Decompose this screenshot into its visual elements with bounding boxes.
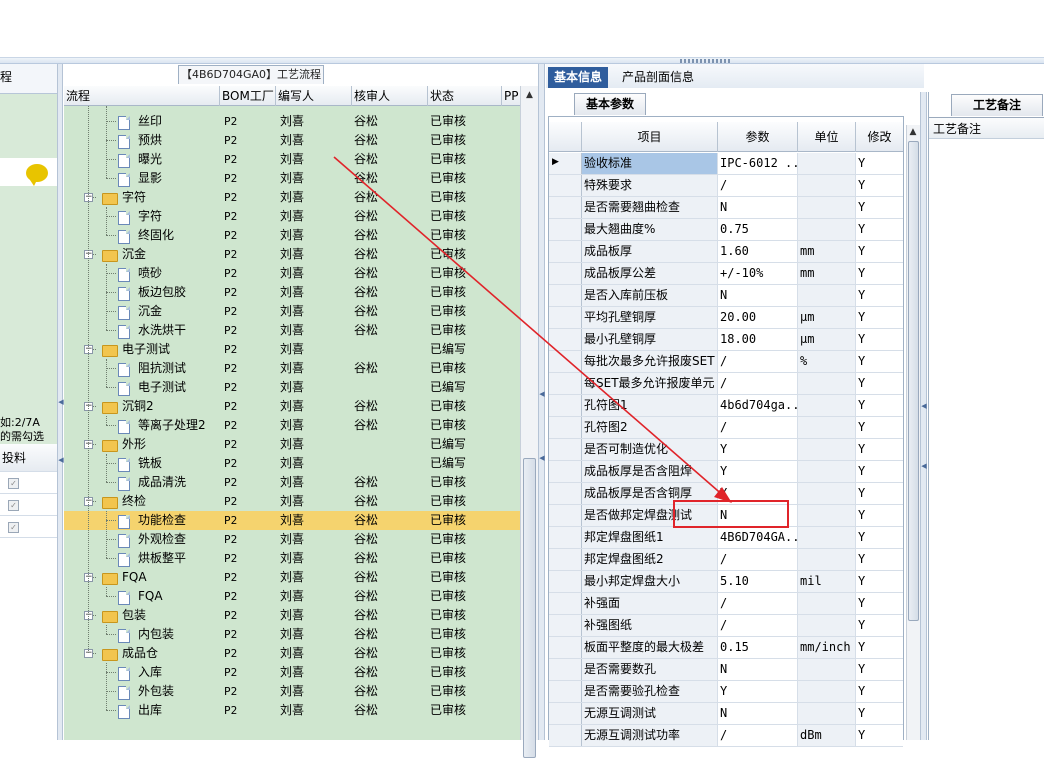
annotation-arrow-line	[333, 156, 726, 498]
annotation-arrow	[333, 156, 732, 503]
